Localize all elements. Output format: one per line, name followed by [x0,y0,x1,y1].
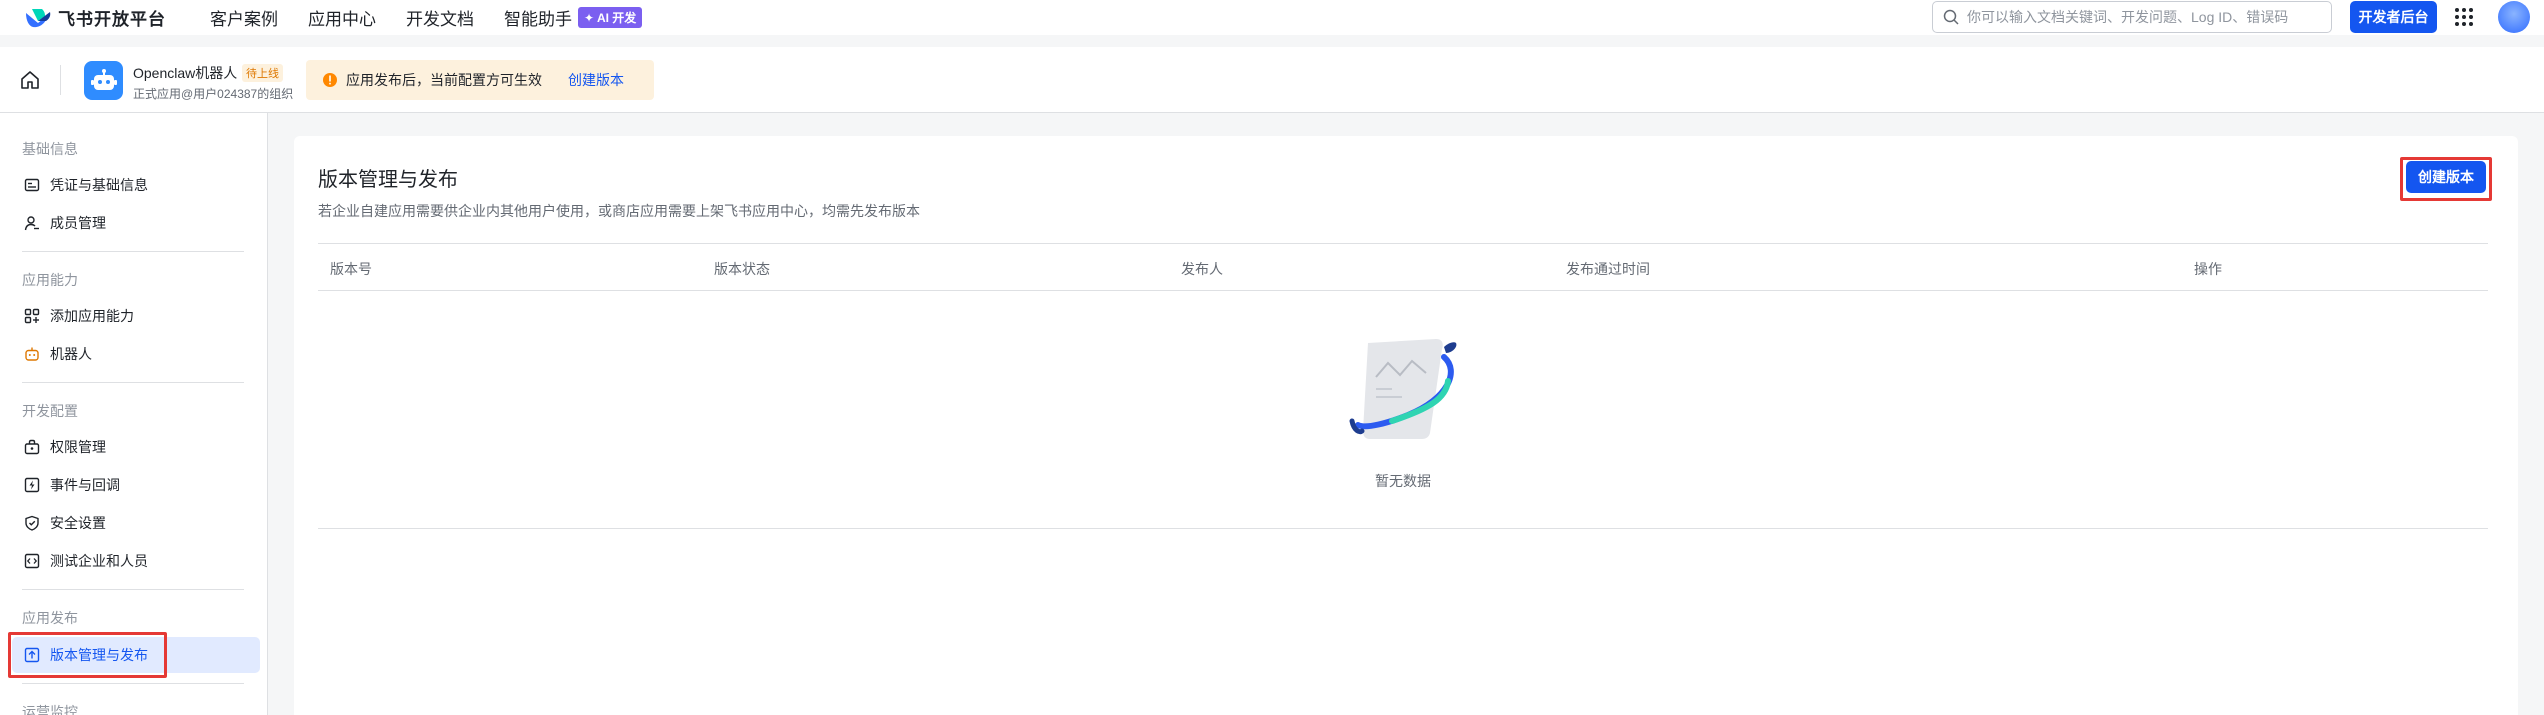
sidebar-item-credentials[interactable]: 凭证与基础信息 [12,167,260,203]
user-avatar[interactable] [2498,1,2530,33]
apps-grid-icon[interactable] [2454,7,2474,27]
page-description: 若企业自建应用需要供企业内其他用户使用，或商店应用需要上架飞书应用中心，均需先发… [318,203,920,219]
version-table: 版本号 版本状态 发布人 发布通过时间 操作 暂无数据 [318,243,2488,529]
search-icon [1943,9,1959,25]
brand[interactable]: 飞书开放平台 [24,5,166,30]
nav-dev-docs[interactable]: 开发文档 [406,5,474,30]
sidebar-item-add-capability[interactable]: 添加应用能力 [12,298,260,334]
column-header-status: 版本状态 [714,261,770,277]
notice-text: 应用发布后，当前配置方可生效 [346,72,542,88]
nav-customer-cases[interactable]: 客户案例 [210,5,278,30]
main-nav: 客户案例 应用中心 开发文档 智能助手 ✦ AI 开发 [210,5,643,30]
column-header-actions: 操作 [2194,261,2222,277]
empty-state: 暂无数据 [318,291,2488,529]
app-status-badge: 待上线 [242,64,283,82]
app-avatar [84,61,123,100]
app-subtitle: 正式应用@用户024387的组织 [133,87,293,101]
sidebar-item-version-release[interactable]: 版本管理与发布 [12,637,260,673]
sidebar-item-label: 添加应用能力 [50,308,134,324]
sidebar-item-test-enterprise[interactable]: 测试企业和人员 [12,543,260,579]
sidebar-item-members[interactable]: 成员管理 [12,205,260,241]
nav-app-center[interactable]: 应用中心 [308,5,376,30]
member-icon [24,216,39,231]
sidebar-group-operations: 运营监控 [22,704,78,715]
top-navigation-bar: 飞书开放平台 客户案例 应用中心 开发文档 智能助手 ✦ AI 开发 开发者后台 [0,0,2544,35]
sidebar-divider [22,382,244,383]
empty-document-illustration-icon [1349,339,1457,439]
feishu-logo-icon [26,8,51,27]
upload-release-icon [24,647,40,663]
sidebar-item-label: 版本管理与发布 [50,647,148,663]
ai-dev-badge[interactable]: ✦ AI 开发 [578,7,643,28]
header-divider [60,65,61,95]
developer-console-button[interactable]: 开发者后台 [2350,1,2437,33]
sidebar-divider [22,251,244,252]
sidebar-group-basic-info: 基础信息 [22,141,78,157]
column-header-version: 版本号 [330,261,372,277]
shield-icon [25,515,39,531]
sidebar-item-label: 测试企业和人员 [50,553,148,569]
sidebar-item-label: 成员管理 [50,215,106,231]
app-name: Openclaw机器人 [133,65,238,81]
sidebar-item-label: 凭证与基础信息 [50,177,148,193]
search-input[interactable] [1967,9,2307,25]
sidebar-item-label: 事件与回调 [50,477,120,493]
permission-icon [24,439,40,455]
sidebar-item-label: 权限管理 [50,439,106,455]
sidebar-item-label: 机器人 [50,346,92,362]
version-management-card: 版本管理与发布 若企业自建应用需要供企业内其他用户使用，或商店应用需要上架飞书应… [294,136,2518,715]
sidebar-item-security[interactable]: 安全设置 [12,505,260,541]
page-title: 版本管理与发布 [318,169,458,191]
publish-notice: 应用发布后，当前配置方可生效 创建版本 [306,60,654,100]
notice-create-version-link[interactable]: 创建版本 [568,70,624,90]
column-header-approved-time: 发布通过时间 [1566,261,1650,277]
event-callback-icon [24,477,40,493]
add-capability-icon [24,308,40,324]
sidebar-item-events[interactable]: 事件与回调 [12,467,260,503]
sidebar-divider [22,589,244,590]
nav-ai-assistant[interactable]: 智能助手 [504,5,572,30]
create-version-button[interactable]: 创建版本 [2406,161,2486,193]
sidebar-group-app-capabilities: 应用能力 [22,272,78,288]
sidebar-item-permissions[interactable]: 权限管理 [12,429,260,465]
test-code-icon [24,553,40,569]
sidebar-divider [22,683,244,684]
home-icon[interactable] [20,70,40,90]
sidebar: 基础信息 凭证与基础信息 成员管理 应用能力 添加应用能力 机器人 开发配置 权… [0,113,268,715]
sidebar-item-bot[interactable]: 机器人 [12,336,260,372]
sidebar-group-dev-config: 开发配置 [22,403,78,419]
sidebar-item-label: 安全设置 [50,515,106,531]
warning-icon [323,73,337,87]
brand-name: 飞书开放平台 [58,10,166,29]
empty-state-text: 暂无数据 [1375,473,1431,489]
column-header-publisher: 发布人 [1181,261,1223,277]
search-box[interactable] [1932,1,2332,33]
app-header: Openclaw机器人 待上线 正式应用@用户024387的组织 应用发布后，当… [0,47,2544,113]
robot-icon [90,68,117,90]
table-header: 版本号 版本状态 发布人 发布通过时间 操作 [318,243,2488,291]
sidebar-group-app-release: 应用发布 [22,610,78,626]
credential-card-icon [24,178,40,192]
bot-icon [25,347,39,361]
